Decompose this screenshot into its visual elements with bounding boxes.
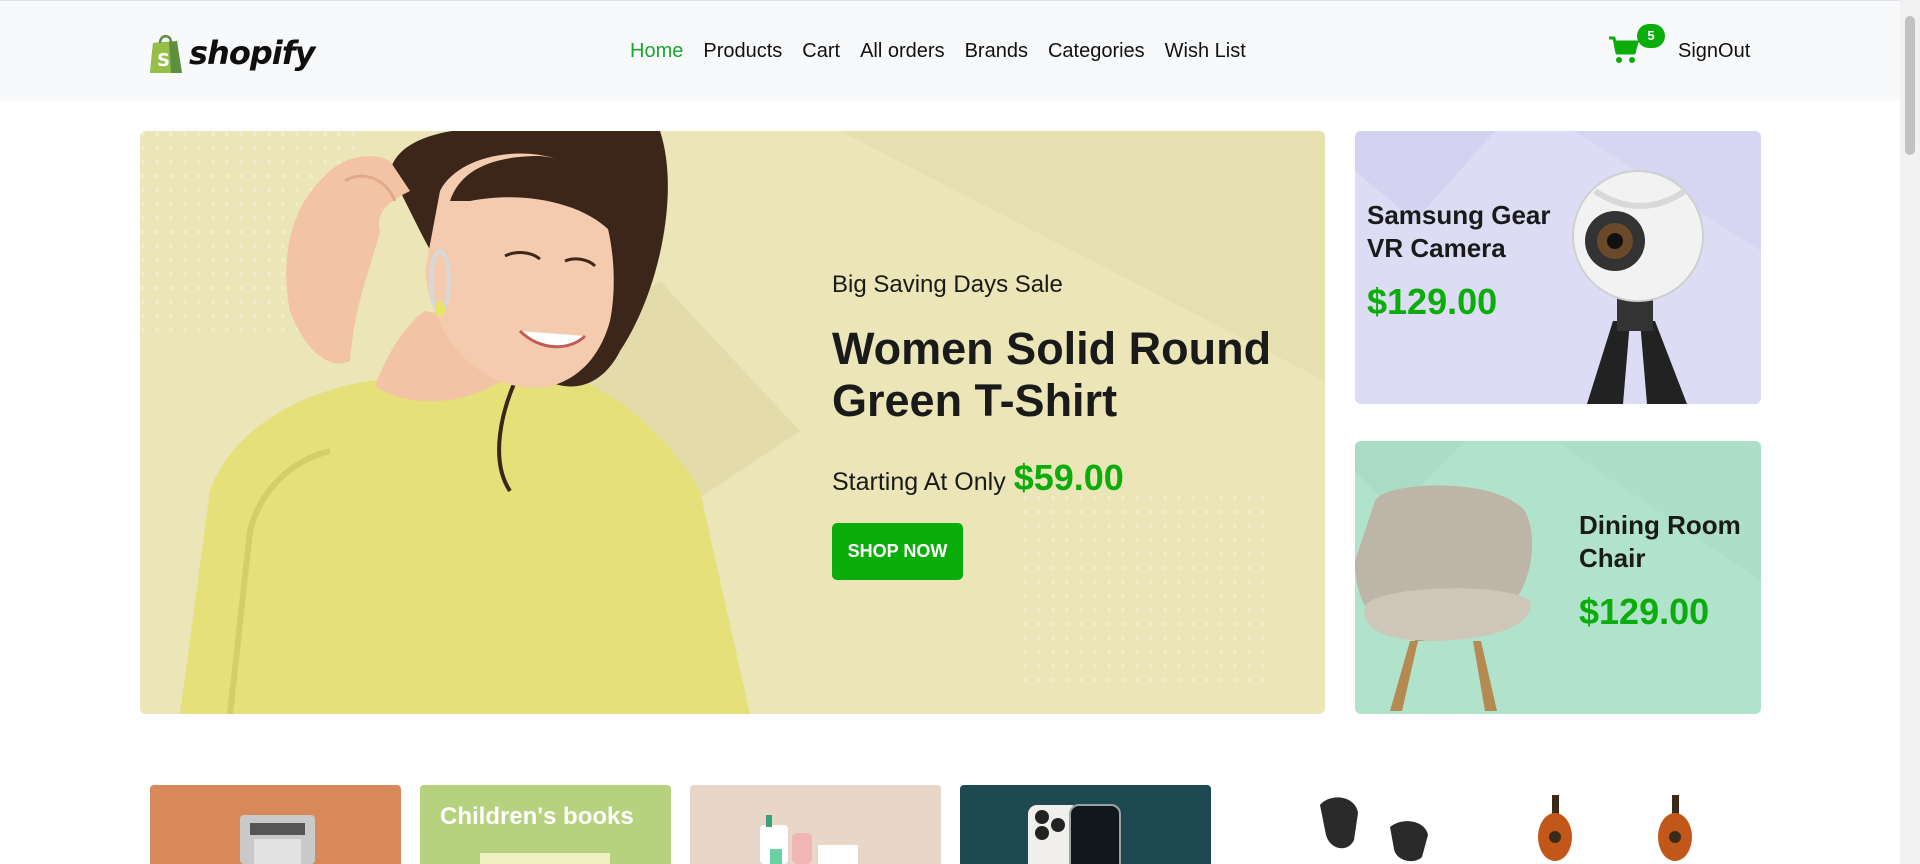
shop-now-button[interactable]: SHOP NOW	[832, 523, 963, 580]
signout-link[interactable]: SignOut	[1678, 37, 1750, 65]
dining-chair-image	[1355, 441, 1761, 711]
category-card-appliances[interactable]	[150, 785, 401, 864]
nav-all-orders[interactable]: All orders	[860, 37, 944, 65]
hero-banner: Big Saving Days Sale Women Solid Round G…	[140, 131, 1325, 714]
earbuds-image	[1320, 797, 1428, 862]
vr-camera-image	[1355, 131, 1761, 404]
beauty-products-image	[760, 815, 858, 864]
category-card-books[interactable]: Children's books	[420, 785, 671, 864]
books-image	[480, 853, 610, 864]
camera-banner-title: Samsung Gear VR Camera	[1367, 199, 1551, 265]
nav-brands[interactable]: Brands	[965, 37, 1028, 65]
main-nav: Home Products Cart All orders Brands Cat…	[630, 37, 1266, 65]
promo-banner-camera[interactable]: Samsung Gear VR Camera $129.00	[1355, 131, 1761, 404]
category-card-beauty[interactable]	[690, 785, 941, 864]
page-scrollbar[interactable]	[1900, 0, 1920, 864]
chair-banner-price: $129.00	[1579, 591, 1710, 632]
camera-title-line2: VR Camera	[1367, 233, 1506, 263]
chair-title-line2: Chair	[1579, 543, 1646, 573]
hero-eyebrow: Big Saving Days Sale	[832, 271, 1063, 298]
hero-title: Women Solid Round Green T-Shirt	[832, 323, 1272, 426]
iphone-image	[1028, 804, 1121, 864]
guitar-image-1	[1538, 795, 1572, 861]
brand-logo[interactable]: S shopify	[147, 31, 315, 75]
svg-text:S: S	[157, 50, 170, 71]
nav-home[interactable]: Home	[630, 37, 683, 65]
chair-banner-title: Dining Room Chair	[1579, 509, 1741, 575]
nav-categories[interactable]: Categories	[1048, 37, 1145, 65]
cart-count-badge: 5	[1637, 24, 1665, 48]
hero-text-block: Big Saving Days Sale Women Solid Round G…	[832, 269, 1292, 499]
cart-icon	[1609, 36, 1639, 63]
hero-starting-label: Starting At Only	[832, 468, 1006, 496]
nav-wish-list[interactable]: Wish List	[1165, 37, 1246, 65]
nav-products[interactable]: Products	[703, 37, 782, 65]
camera-banner-price: $129.00	[1367, 281, 1498, 322]
camera-title-line1: Samsung Gear	[1367, 200, 1551, 230]
nav-cart[interactable]: Cart	[802, 37, 840, 65]
shopping-bag-logo-icon: S	[150, 34, 182, 73]
coffee-machine-image	[240, 815, 315, 864]
category-card-mobiles[interactable]	[960, 785, 1211, 864]
brand-name: shopify	[189, 34, 315, 72]
promo-banner-chair[interactable]: Dining Room Chair $129.00	[1355, 441, 1761, 714]
top-navbar: S shopify Home Products Cart All orders …	[0, 0, 1900, 101]
chair-title-line1: Dining Room	[1579, 510, 1741, 540]
hero-price-row: Starting At Only $59.00	[832, 457, 1292, 499]
hero-price: $59.00	[1013, 457, 1124, 498]
scrollbar-thumb[interactable]	[1905, 16, 1915, 155]
guitar-image-2	[1658, 795, 1692, 861]
